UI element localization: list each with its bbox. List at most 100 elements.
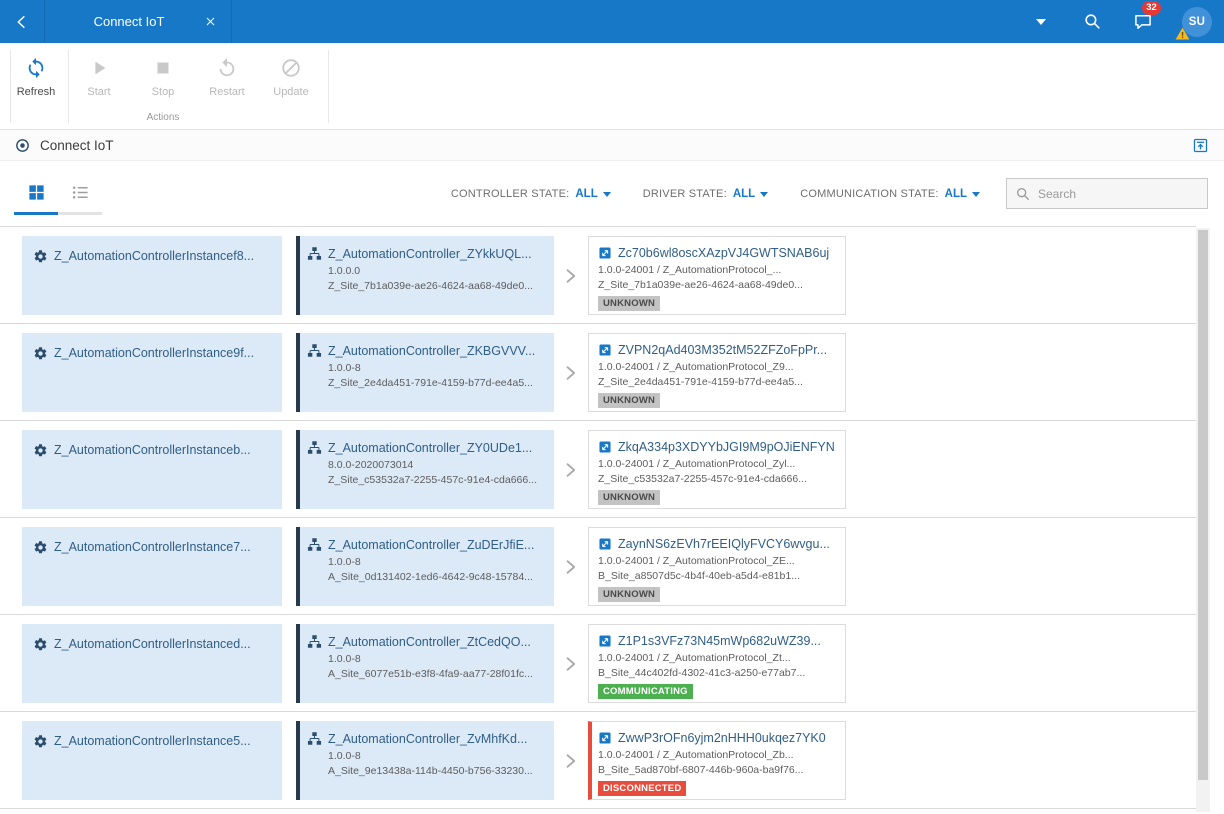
- back-button[interactable]: [0, 0, 44, 43]
- controller-site: A_Site_0d131402-1ed6-4642-9c48-15784...: [328, 571, 533, 583]
- controllers-table: Z_AutomationControllerInstancef8... Z_Au…: [0, 226, 1196, 814]
- grid-view-icon: [27, 183, 46, 202]
- instance-name: Z_AutomationControllerInstanceb...: [54, 443, 251, 457]
- controller-instance-card[interactable]: Z_AutomationControllerInstancef8...: [22, 236, 282, 315]
- instance-name: Z_AutomationControllerInstanced...: [54, 637, 251, 651]
- table-row: Z_AutomationControllerInstanceb... Z_Aut…: [0, 421, 1196, 518]
- controller-version: 1.0.0.0: [328, 264, 361, 277]
- tab-title: Connect IoT: [93, 14, 165, 29]
- chevron-right-icon: [556, 324, 584, 421]
- grid-view-toggle[interactable]: [14, 173, 58, 215]
- controller-site: Z_Site_7b1a039e-ae26-4624-aa68-49de0...: [328, 280, 533, 292]
- update-button[interactable]: Update: [262, 53, 320, 115]
- play-icon: [88, 57, 110, 79]
- chevron-right-icon: [556, 615, 584, 712]
- controller-name: Z_AutomationController_ZvMhfKd...: [328, 731, 528, 746]
- controller-name: Z_AutomationController_ZuDErJfiE...: [328, 537, 535, 552]
- chevron-down-icon: [1036, 18, 1046, 25]
- driver-card[interactable]: ZaynNS6zEVh7rEEIQlyFVCY6wvgu... 1.0.0-24…: [588, 527, 846, 606]
- notification-count-badge: 32: [1142, 0, 1161, 15]
- controller-instance-card[interactable]: Z_AutomationControllerInstanced...: [22, 624, 282, 703]
- scrollbar-thumb[interactable]: [1198, 230, 1208, 780]
- driver-card[interactable]: ZVPN2qAd403M352tM52ZFZoFpPr... 1.0.0-240…: [588, 333, 846, 412]
- table-row: Z_AutomationControllerInstancef8... Z_Au…: [0, 227, 1196, 324]
- controller-name: Z_AutomationController_ZY0UDe1...: [328, 440, 533, 455]
- controller-card[interactable]: Z_AutomationController_ZvMhfKd... 1.0.0-…: [296, 721, 554, 800]
- controller-name: Z_AutomationController_ZKBGVVV...: [328, 343, 536, 358]
- controller-instance-card[interactable]: Z_AutomationControllerInstance9f...: [22, 333, 282, 412]
- back-chevron-icon: [13, 13, 31, 31]
- controller-version: 1.0.0-8: [328, 652, 361, 665]
- instance-name: Z_AutomationControllerInstance7...: [54, 540, 251, 554]
- gear-icon: [33, 443, 48, 458]
- communication-state-label: COMMUNICATION STATE:: [800, 187, 939, 200]
- filter-bar: CONTROLLER STATE: ALL DRIVER STATE: ALL …: [0, 161, 1224, 226]
- stop-button[interactable]: Stop: [134, 53, 192, 115]
- chevron-right-icon: [556, 421, 584, 518]
- search-input[interactable]: [1038, 186, 1199, 201]
- gear-icon: [33, 637, 48, 652]
- controller-site: Z_Site_c53532a7-2255-457c-91e4-cda666...: [328, 474, 537, 486]
- controller-card[interactable]: Z_AutomationController_ZtCedQO... 1.0.0-…: [296, 624, 554, 703]
- warning-icon: [1175, 26, 1190, 41]
- driver-card[interactable]: ZkqA334p3XDYYbJGI9M9pOJiENFYN 1.0.0-2400…: [588, 430, 846, 509]
- notifications-button[interactable]: 32: [1131, 0, 1161, 36]
- search-icon: [1015, 186, 1031, 202]
- refresh-button[interactable]: Refresh: [7, 53, 65, 115]
- instance-name: Z_AutomationControllerInstance9f...: [54, 346, 255, 360]
- scrollbar: [1196, 228, 1210, 812]
- driver-version: 1.0.0-24001 / Z_AutomationProtocol_Zyl..…: [598, 457, 796, 470]
- page-title: Connect IoT: [40, 137, 114, 153]
- driver-site: Z_Site_7b1a039e-ae26-4624-aa68-49de0...: [598, 279, 803, 291]
- instance-name: Z_AutomationControllerInstance5...: [54, 734, 251, 748]
- controller-card[interactable]: Z_AutomationController_ZuDErJfiE... 1.0.…: [296, 527, 554, 606]
- controller-card[interactable]: Z_AutomationController_ZKBGVVV... 1.0.0-…: [296, 333, 554, 412]
- search-icon: [1083, 12, 1102, 31]
- dock-panel-button[interactable]: [1190, 135, 1210, 155]
- chevron-right-icon: [556, 227, 584, 324]
- controller-instance-card[interactable]: Z_AutomationControllerInstance7...: [22, 527, 282, 606]
- driver-version: 1.0.0-24001 / Z_AutomationProtocol_Z9...: [598, 360, 794, 373]
- topbar-actions: 32 SU: [1029, 0, 1224, 37]
- driver-name: Z1P1s3VFz73N45mWp682uWZ39...: [618, 634, 821, 648]
- global-search-button[interactable]: [1080, 8, 1104, 36]
- controller-card[interactable]: Z_AutomationController_ZY0UDe1... 8.0.0-…: [296, 430, 554, 509]
- tab-connect-iot[interactable]: Connect IoT: [44, 0, 232, 43]
- start-button[interactable]: Start: [70, 53, 128, 115]
- controller-name: Z_AutomationController_ZYkkUQL...: [328, 246, 532, 261]
- driver-card[interactable]: ZwwP3rOFn6yjm2nHHH0ukqez7YK0 1.0.0-24001…: [588, 721, 846, 800]
- status-badge: UNKNOWN: [598, 490, 661, 505]
- driver-state-filter[interactable]: DRIVER STATE: ALL: [643, 188, 769, 200]
- controller-instance-card[interactable]: Z_AutomationControllerInstanceb...: [22, 430, 282, 509]
- message-bubble-icon: [1133, 12, 1153, 32]
- controller-version: 1.0.0-8: [328, 555, 361, 568]
- chevron-down-icon: [972, 192, 980, 197]
- stop-icon: [152, 57, 174, 79]
- driver-site: B_Site_a8507d5c-4b4f-40eb-a5d4-e81b1...: [598, 570, 800, 582]
- controller-state-label: CONTROLLER STATE:: [450, 187, 570, 200]
- menu-dropdown-button[interactable]: [1029, 8, 1053, 36]
- toolbar-separator: [328, 50, 329, 123]
- driver-site: B_Site_44c402fd-4302-41c3-a250-e77ab7...: [598, 667, 806, 679]
- instance-name: Z_AutomationControllerInstancef8...: [54, 249, 255, 263]
- controller-version: 1.0.0-8: [328, 749, 361, 762]
- controller-card[interactable]: Z_AutomationController_ZYkkUQL... 1.0.0.…: [296, 236, 554, 315]
- user-avatar[interactable]: SU: [1182, 6, 1212, 37]
- driver-card[interactable]: Zc70b6wl8oscXAzpVJ4GWTSNAB6uj 1.0.0-2400…: [588, 236, 846, 315]
- controller-instance-card[interactable]: Z_AutomationControllerInstance5...: [22, 721, 282, 800]
- status-badge: UNKNOWN: [598, 393, 661, 408]
- driver-site: Z_Site_c53532a7-2255-457c-91e4-cda666...: [598, 473, 807, 485]
- list-view-icon: [71, 183, 90, 202]
- tab-close-button[interactable]: [201, 13, 219, 31]
- top-bar: Connect IoT 32 SU: [0, 0, 1224, 43]
- protocol-icon: [598, 440, 612, 454]
- list-view-toggle[interactable]: [58, 173, 102, 215]
- restart-button[interactable]: Restart: [198, 53, 256, 115]
- toolbar-separator: [68, 50, 69, 123]
- driver-card[interactable]: Z1P1s3VFz73N45mWp682uWZ39... 1.0.0-24001…: [588, 624, 846, 703]
- communication-state-filter[interactable]: COMMUNICATION STATE: ALL: [800, 188, 980, 200]
- status-badge: DISCONNECTED: [598, 781, 687, 796]
- hierarchy-icon: [307, 246, 322, 261]
- controller-state-filter[interactable]: CONTROLLER STATE: ALL: [451, 188, 611, 200]
- driver-version: 1.0.0-24001 / Z_AutomationProtocol_...: [598, 263, 782, 276]
